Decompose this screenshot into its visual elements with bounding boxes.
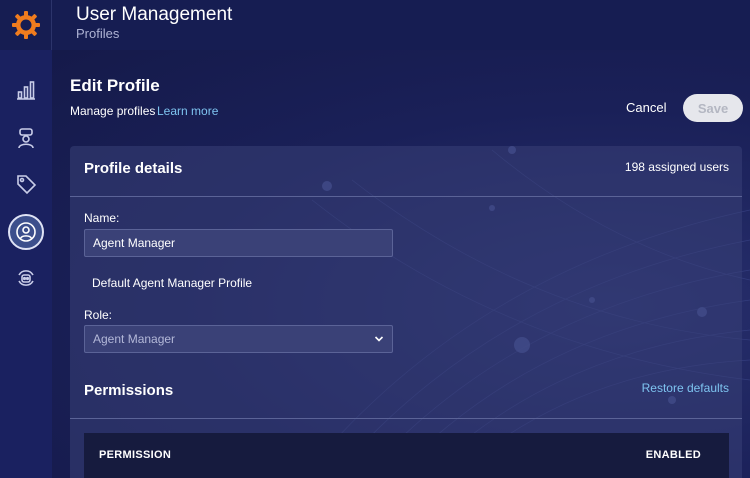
user-profile-icon — [16, 222, 36, 242]
role-label: Role: — [84, 308, 113, 322]
bot-refresh-icon — [18, 270, 34, 286]
permissions-table: PERMISSION ENABLED — [84, 433, 729, 478]
chevron-down-icon — [374, 336, 384, 342]
role-select[interactable]: Agent Manager — [84, 325, 393, 353]
name-field[interactable] — [84, 229, 393, 257]
column-header-enabled[interactable]: ENABLED — [646, 449, 701, 461]
role-select-value: Agent Manager — [93, 332, 176, 346]
learn-more-link[interactable]: Learn more — [157, 104, 218, 118]
restore-defaults-link[interactable]: Restore defaults — [642, 381, 729, 395]
profile-description[interactable]: Default Agent Manager Profile — [92, 276, 252, 290]
page-title: Edit Profile — [70, 76, 160, 95]
profile-card: Profile details 198 assigned users Name:… — [70, 146, 742, 478]
sun-gear-logo-icon — [11, 11, 40, 39]
section-divider — [70, 418, 742, 419]
profile-details-title: Profile details — [84, 160, 183, 177]
main-content: Edit Profile Manage profiles Learn more … — [52, 50, 750, 478]
breadcrumb-profiles[interactable]: Profiles — [76, 26, 119, 41]
column-header-permission[interactable]: PERMISSION — [99, 449, 171, 461]
tag-icon — [17, 175, 37, 195]
agent-icon — [18, 128, 34, 149]
assigned-users-count: 198 assigned users — [624, 160, 729, 174]
app-title: User Management — [76, 4, 233, 25]
sidebar-nav — [0, 50, 52, 478]
sidebar-item-agents[interactable] — [8, 120, 44, 156]
name-label: Name: — [84, 211, 120, 225]
cancel-button[interactable]: Cancel — [626, 100, 666, 115]
sidebar-item-profiles[interactable] — [8, 214, 44, 250]
save-button[interactable]: Save — [683, 94, 743, 122]
section-divider — [70, 196, 742, 197]
sidebar-item-bots[interactable] — [8, 260, 44, 296]
sidebar-item-analytics[interactable] — [8, 72, 44, 108]
permissions-title: Permissions — [84, 382, 174, 399]
bar-chart-icon — [17, 81, 35, 100]
app-logo[interactable] — [0, 0, 52, 50]
sidebar-item-tags[interactable] — [8, 166, 44, 202]
top-header: User Management Profiles — [0, 0, 750, 50]
page-description: Manage profiles — [70, 104, 156, 118]
